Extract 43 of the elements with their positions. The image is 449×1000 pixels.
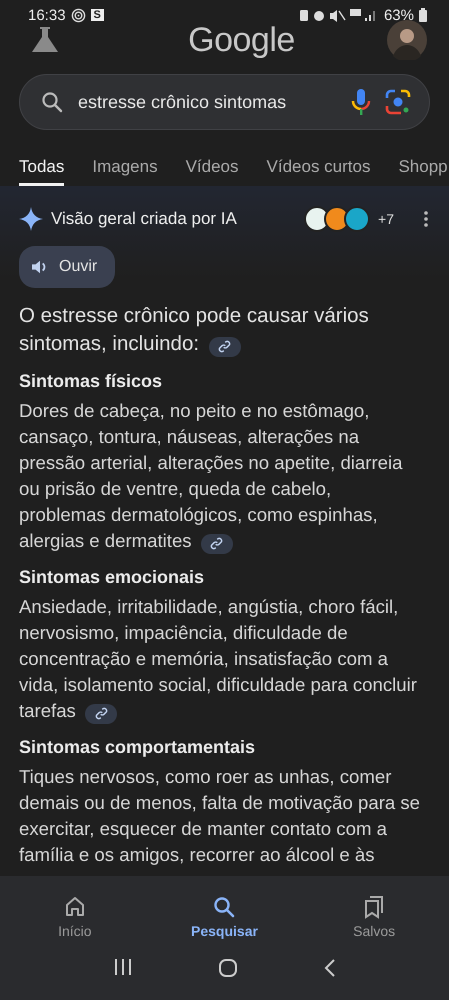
battery-level: 63%: [384, 6, 414, 24]
nav-item[interactable]: Salvos: [319, 894, 430, 940]
tab[interactable]: Vídeos: [186, 144, 239, 186]
tab[interactable]: Imagens: [92, 144, 158, 186]
overview-intro: O estresse crônico pode causar vários sintomas, incluindo:: [19, 303, 370, 358]
more-options-icon[interactable]: [424, 211, 428, 227]
link-button[interactable]: [85, 704, 118, 724]
listen-button[interactable]: Ouvir: [19, 246, 116, 288]
battery-icon: [419, 8, 427, 22]
search-icon: [40, 90, 64, 114]
source-favicon[interactable]: [344, 206, 370, 232]
notification-badge: S: [90, 9, 104, 21]
nav-item[interactable]: Início: [20, 894, 130, 940]
back-icon[interactable]: [324, 958, 336, 978]
section-text: Tiques nervosos, como roer as unhas, comer demais ou de menos, falta de motivação para se exercitar, esquecer de manter contato com a família e os amigos, recorrer ao álcool e às: [19, 765, 422, 867]
section-heading: Sintomas comportamentais: [19, 736, 256, 759]
flask-icon[interactable]: [30, 26, 60, 54]
link-button[interactable]: [208, 336, 241, 356]
section-text: Dores de cabeça, no peito e no estômago, cansaço, tontura, náuseas, alterações na pressão arterial, alterações no apetite, diarreia ou prisão de ventre, queda de cabelo, problemas dermatológicos, como espinhas, alergias e dermatites: [19, 398, 423, 554]
section-heading: Sintomas emocionais: [19, 566, 206, 589]
source-count[interactable]: +7: [378, 211, 394, 227]
microphone-icon[interactable]: [351, 88, 371, 116]
search-text: estresse crônico sintomas: [78, 92, 288, 112]
search-field[interactable]: estresse crônico sintomas: [19, 74, 430, 130]
logo: Google: [188, 20, 295, 60]
recent-apps-icon[interactable]: [112, 958, 133, 976]
link-button[interactable]: [200, 534, 233, 554]
link-icon: [218, 340, 232, 353]
tab[interactable]: Shopp: [398, 144, 448, 186]
avatar[interactable]: [386, 20, 427, 60]
tab[interactable]: Vídeos curtos: [266, 144, 370, 186]
search-icon: [212, 895, 236, 919]
status-time: 16:33: [28, 6, 66, 24]
nav-item[interactable]: Pesquisar: [169, 894, 280, 940]
link-icon: [94, 707, 108, 720]
section-text: Ansiedade, irritabilidade, angústia, choro fácil, nervosismo, impaciência, dificuldade de concentração e memória, insatisfação com a vida, isolamento social, dificuldade para concluir tarefas: [19, 594, 423, 724]
sparkle-icon: [19, 207, 43, 231]
link-icon: [210, 537, 224, 550]
home-icon[interactable]: [218, 958, 238, 978]
overview-title: Visão geral criada por IA: [51, 209, 237, 229]
hotspot-icon: [70, 8, 86, 22]
section-heading: Sintomas físicos: [19, 370, 164, 393]
camera-lens-icon[interactable]: [385, 89, 411, 115]
